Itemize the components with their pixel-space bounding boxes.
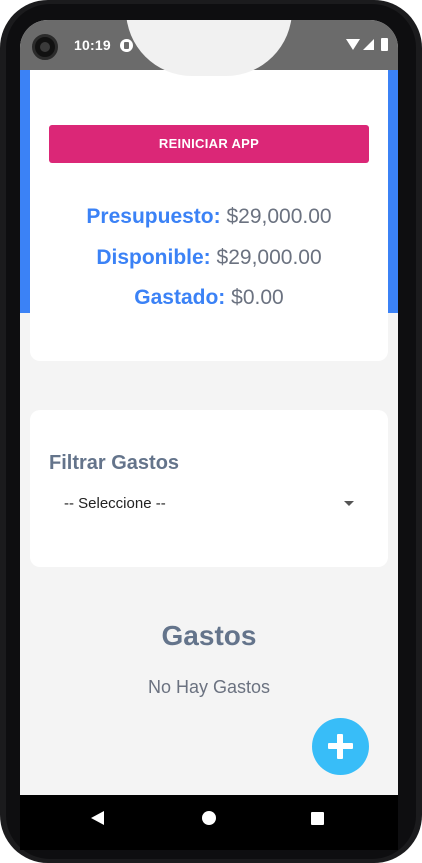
budget-card: REINICIAR APP Presupuesto: $29,000.00 Di… xyxy=(30,20,388,361)
signal-icon xyxy=(363,39,374,50)
budget-line-presupuesto: Presupuesto: $29,000.00 xyxy=(30,205,388,229)
camera-icon xyxy=(32,34,58,60)
filter-selected-value: -- Seleccione -- xyxy=(64,495,166,512)
disponible-value: $29,000.00 xyxy=(216,246,322,269)
expenses-title: Gastos xyxy=(161,620,257,651)
app-notification-icon xyxy=(120,39,133,52)
category-filter-select[interactable]: -- Seleccione -- xyxy=(49,490,369,518)
plus-icon xyxy=(312,718,369,775)
disponible-label: Disponible: xyxy=(96,246,211,269)
status-time: 10:19 xyxy=(74,37,111,53)
wifi-icon xyxy=(346,39,360,50)
budget-line-gastado: Gastado: $0.00 xyxy=(30,286,388,310)
filter-title: Filtrar Gastos xyxy=(49,452,180,474)
presupuesto-label: Presupuesto: xyxy=(86,205,221,228)
add-expense-button[interactable] xyxy=(312,718,369,775)
app-content[interactable]: REINICIAR APP Presupuesto: $29,000.00 Di… xyxy=(20,20,398,795)
device-screen: 10:19 REINICIAR APP Presupuesto: $29,000… xyxy=(20,20,398,850)
back-icon[interactable] xyxy=(91,811,104,825)
filter-card: Filtrar Gastos -- Seleccione -- xyxy=(30,410,388,567)
battery-icon xyxy=(381,38,388,51)
home-icon[interactable] xyxy=(202,811,216,825)
recents-icon[interactable] xyxy=(311,812,324,825)
navigation-bar xyxy=(20,795,398,850)
gastado-value: $0.00 xyxy=(231,286,284,309)
chevron-down-icon xyxy=(344,501,354,506)
gastado-label: Gastado: xyxy=(134,286,226,309)
reset-app-button[interactable]: REINICIAR APP xyxy=(49,125,369,163)
budget-line-disponible: Disponible: $29,000.00 xyxy=(30,246,388,270)
presupuesto-value: $29,000.00 xyxy=(226,205,332,228)
empty-expenses-message: No Hay Gastos xyxy=(147,677,271,697)
